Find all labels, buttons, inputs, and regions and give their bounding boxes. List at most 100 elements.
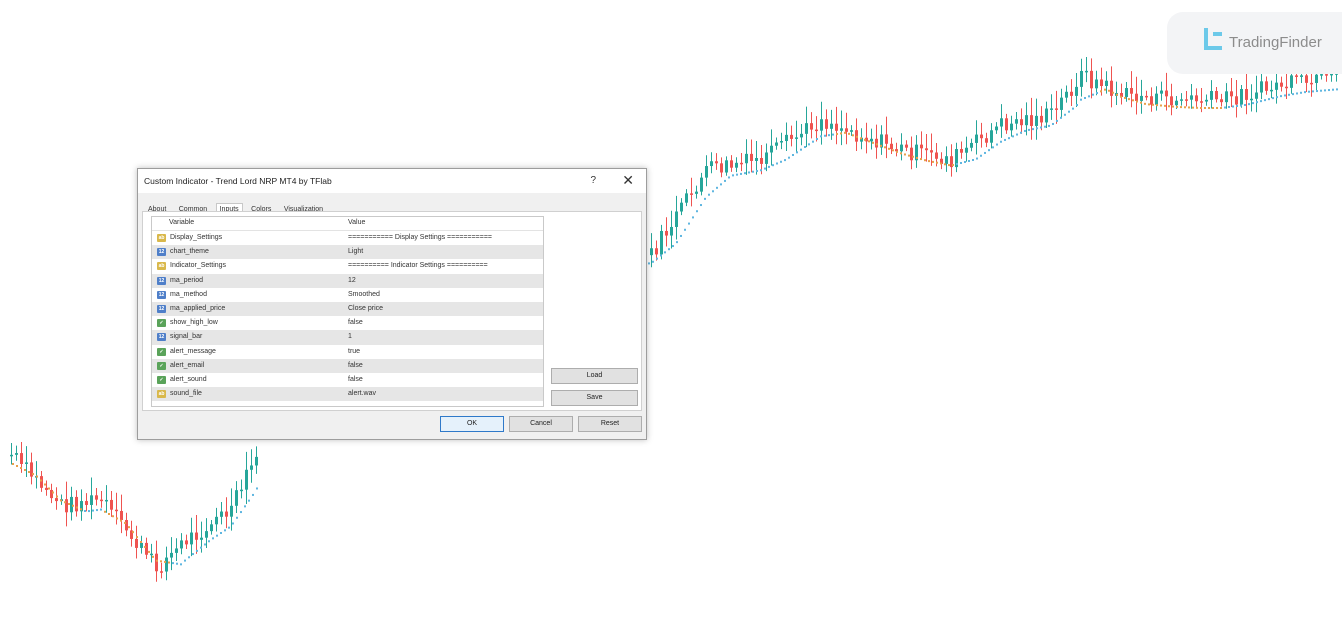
candle bbox=[140, 542, 143, 548]
variable-value[interactable]: =========== Display Settings =========== bbox=[348, 234, 492, 241]
candle bbox=[1255, 92, 1258, 99]
candle bbox=[1215, 91, 1218, 100]
variable-value[interactable]: false bbox=[348, 376, 363, 383]
candle bbox=[1295, 75, 1298, 77]
candle bbox=[890, 143, 893, 150]
candle bbox=[1300, 75, 1303, 77]
bool-type-icon: ✓ bbox=[157, 375, 166, 384]
candle bbox=[1130, 88, 1133, 94]
input-row-ma-applied-price[interactable]: 12 ma_applied_price Close price bbox=[152, 301, 543, 317]
candle bbox=[70, 496, 73, 513]
candle bbox=[255, 456, 258, 466]
tradingfinder-logo-icon bbox=[1204, 28, 1222, 50]
candle bbox=[15, 453, 18, 455]
variable-name: ma_method bbox=[170, 290, 207, 298]
value-column-header: Value bbox=[348, 219, 366, 226]
save-button[interactable]: Save bbox=[551, 390, 638, 406]
variable-value[interactable]: alert.wav bbox=[348, 390, 376, 397]
variable-value[interactable]: false bbox=[348, 362, 363, 369]
candle bbox=[200, 537, 203, 540]
variable-value[interactable]: 12 bbox=[348, 277, 356, 284]
reset-button[interactable]: Reset bbox=[578, 416, 642, 432]
candle bbox=[115, 509, 118, 512]
candle bbox=[1045, 108, 1048, 123]
candle bbox=[185, 540, 188, 545]
load-button[interactable]: Load bbox=[551, 368, 638, 384]
candle bbox=[1025, 115, 1028, 126]
candle bbox=[1220, 99, 1223, 103]
variable-value[interactable]: Close price bbox=[348, 305, 383, 312]
candle bbox=[885, 134, 888, 144]
num-type-icon: 12 bbox=[157, 333, 166, 342]
bool-type-icon: ✓ bbox=[157, 361, 166, 370]
candle bbox=[670, 226, 673, 236]
candle bbox=[985, 138, 988, 143]
candle bbox=[665, 230, 668, 236]
candle bbox=[965, 147, 968, 153]
variable-value[interactable]: false bbox=[348, 319, 363, 326]
candle bbox=[695, 191, 698, 194]
variable-value[interactable]: Light bbox=[348, 248, 363, 255]
candle bbox=[50, 489, 53, 499]
input-row-signal-bar[interactable]: 12 signal_bar 1 bbox=[152, 330, 543, 345]
candle bbox=[715, 161, 718, 164]
ok-button[interactable]: OK bbox=[440, 416, 504, 432]
candle bbox=[745, 153, 748, 164]
input-row-alert-message[interactable]: ✓ alert_message true bbox=[152, 345, 543, 359]
close-button[interactable]: ✕ bbox=[622, 172, 634, 189]
candle bbox=[1280, 82, 1283, 87]
help-button[interactable]: ? bbox=[590, 175, 596, 186]
candle bbox=[65, 499, 68, 513]
candle bbox=[1060, 97, 1063, 110]
candle bbox=[190, 532, 193, 545]
candle bbox=[110, 499, 113, 510]
candle bbox=[910, 147, 913, 161]
candle bbox=[145, 542, 148, 555]
input-row-ma-period[interactable]: 12 ma_period 12 bbox=[152, 273, 543, 288]
candle bbox=[235, 490, 238, 506]
candle bbox=[1000, 118, 1003, 127]
candle bbox=[755, 157, 758, 161]
str-type-icon: ab bbox=[157, 262, 166, 271]
input-row-sound-file[interactable]: ab sound_file alert.wav bbox=[152, 387, 543, 402]
variable-value[interactable]: 1 bbox=[348, 333, 352, 340]
candle bbox=[100, 499, 103, 502]
input-row-show-high-low[interactable]: ✓ show_high_low false bbox=[152, 316, 543, 330]
candle bbox=[835, 123, 838, 131]
candle bbox=[75, 496, 78, 512]
input-row-alert-email[interactable]: ✓ alert_email false bbox=[152, 358, 543, 373]
variable-name: alert_message bbox=[170, 347, 216, 355]
input-row-indicator-settings[interactable]: ab Indicator_Settings ========== Indicator… bbox=[152, 259, 543, 273]
candle bbox=[1325, 74, 1328, 76]
tab-bar: About Common Inputs Colors Visualization bbox=[144, 198, 327, 216]
candle bbox=[85, 501, 88, 505]
num-type-icon: 12 bbox=[157, 290, 166, 299]
candle bbox=[930, 150, 933, 153]
variable-name: sound_file bbox=[170, 390, 202, 398]
candle bbox=[1145, 95, 1148, 98]
candle bbox=[900, 144, 903, 152]
input-row-display-settings[interactable]: ab Display_Settings =========== Display Se… bbox=[152, 231, 543, 245]
candle bbox=[1180, 99, 1183, 101]
candle bbox=[55, 498, 58, 502]
candle bbox=[730, 160, 733, 168]
candle bbox=[875, 138, 878, 148]
candle bbox=[160, 571, 163, 573]
variable-value[interactable]: ========== Indicator Settings ========== bbox=[348, 262, 488, 269]
candle bbox=[720, 163, 723, 173]
candle bbox=[850, 130, 853, 132]
inputs-panel: Variable Value ab Display_Settings =======… bbox=[142, 211, 642, 411]
variable-value[interactable]: Smoothed bbox=[348, 291, 380, 298]
candle bbox=[10, 454, 13, 457]
candle bbox=[40, 476, 43, 488]
candle bbox=[830, 123, 833, 129]
candle bbox=[120, 510, 123, 521]
candle bbox=[825, 119, 828, 129]
candle bbox=[810, 123, 813, 130]
candle bbox=[1290, 75, 1293, 88]
input-row-chart-theme[interactable]: 12 chart_theme Light bbox=[152, 245, 543, 260]
cancel-button[interactable]: Cancel bbox=[509, 416, 573, 432]
input-row-ma-method[interactable]: 12 ma_method Smoothed bbox=[152, 288, 543, 302]
input-row-alert-sound[interactable]: ✓ alert_sound false bbox=[152, 373, 543, 387]
variable-value[interactable]: true bbox=[348, 348, 360, 355]
